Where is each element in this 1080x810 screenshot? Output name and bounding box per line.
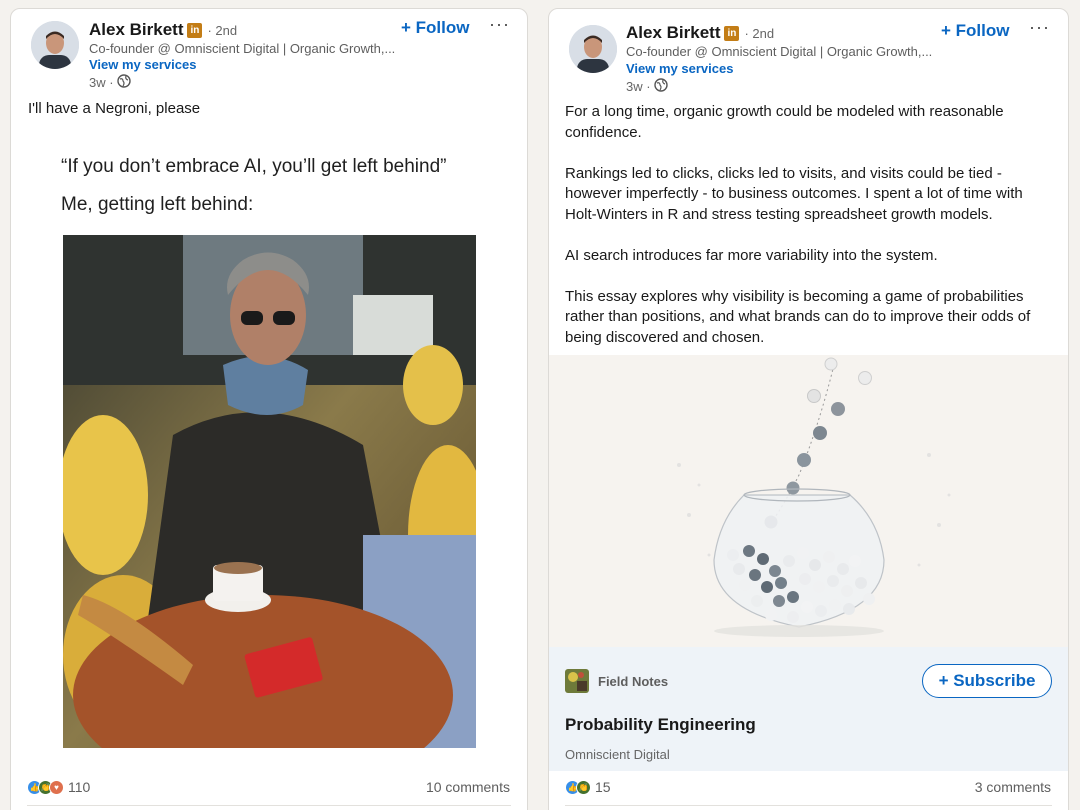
post-paragraph: Rankings led to clicks, clicks led to vi… <box>565 164 1023 223</box>
globe-icon <box>116 74 131 91</box>
subscribe-button[interactable]: + Subscribe <box>922 664 1052 698</box>
more-options-icon[interactable]: ··· <box>1029 17 1050 38</box>
divider <box>565 805 1052 806</box>
author-name[interactable]: Alex Birkett <box>89 20 183 40</box>
post-image[interactable]: “If you don’t embrace AI, you’ll get lef… <box>11 139 527 759</box>
love-icon: ♥ <box>49 779 64 795</box>
post-timestamp: 3w · <box>626 78 668 95</box>
post-card: Alex Birkett in · 2nd Co-founder @ Omnis… <box>548 8 1069 810</box>
post-timestamp: 3w · <box>89 74 131 91</box>
divider <box>27 805 511 806</box>
author-name[interactable]: Alex Birkett <box>626 23 720 43</box>
celebrate-icon: 👏 <box>576 779 591 795</box>
premium-badge-icon: in <box>187 22 203 38</box>
post-age: 3w · <box>89 75 114 90</box>
premium-badge-icon: in <box>724 25 740 41</box>
reaction-count: 110 <box>68 779 91 795</box>
reactions-summary[interactable]: 👍 👏 ♥ 110 <box>27 779 90 795</box>
post-paragraph: I'll have a Negroni, please <box>28 100 201 117</box>
connection-degree: · 2nd <box>207 22 238 38</box>
post-paragraph: AI search introduces far more variabilit… <box>565 246 938 264</box>
social-counts: 👍 👏 15 3 comments <box>549 773 1068 806</box>
newsletter-thumbnail <box>565 669 589 693</box>
post-card: Alex Birkett in · 2nd Co-founder @ Omnis… <box>10 8 528 810</box>
avatar[interactable] <box>31 21 79 69</box>
view-services-link[interactable]: View my services <box>626 61 733 76</box>
follow-button[interactable]: + Follow <box>941 21 1009 41</box>
follow-button[interactable]: + Follow <box>401 18 469 38</box>
reaction-count: 15 <box>595 779 611 795</box>
article-title[interactable]: Probability Engineering <box>565 715 756 735</box>
author-line: Alex Birkett in · 2nd <box>89 20 237 40</box>
newsletter-name[interactable]: Field Notes <box>598 674 668 689</box>
meme-caption: Me, getting left behind: <box>61 194 254 215</box>
article-cover-image[interactable] <box>549 355 1068 647</box>
comments-count[interactable]: 10 comments <box>426 779 510 795</box>
comments-count[interactable]: 3 comments <box>975 779 1051 795</box>
post-header: Alex Birkett in · 2nd Co-founder @ Omnis… <box>11 9 527 99</box>
meme-caption: “If you don’t embrace AI, you’ll get lef… <box>61 156 447 177</box>
connection-degree: · 2nd <box>744 25 775 41</box>
post-paragraph: For a long time, organic growth could be… <box>565 103 1004 141</box>
reactions-summary[interactable]: 👍 👏 15 <box>565 779 611 795</box>
article-source: Omniscient Digital <box>565 747 670 762</box>
cafe-photo <box>63 235 476 748</box>
view-services-link[interactable]: View my services <box>89 57 196 72</box>
author-headline: Co-founder @ Omniscient Digital | Organi… <box>89 41 396 56</box>
post-age: 3w · <box>626 79 651 94</box>
post-header: Alex Birkett in · 2nd Co-founder @ Omnis… <box>549 9 1068 99</box>
post-paragraph: This essay explores why visibility is be… <box>565 287 1031 346</box>
article-preview[interactable]: Field Notes + Subscribe Probability Engi… <box>549 647 1068 771</box>
post-text: I'll have a Negroni, please <box>28 99 508 140</box>
avatar[interactable] <box>569 25 617 73</box>
social-counts: 👍 👏 ♥ 110 10 comments <box>11 773 527 806</box>
author-line: Alex Birkett in · 2nd <box>626 23 774 43</box>
author-headline: Co-founder @ Omniscient Digital | Organi… <box>626 44 933 59</box>
post-text: For a long time, organic growth could be… <box>565 102 1045 369</box>
globe-icon <box>653 78 668 95</box>
more-options-icon[interactable]: ··· <box>489 14 510 35</box>
